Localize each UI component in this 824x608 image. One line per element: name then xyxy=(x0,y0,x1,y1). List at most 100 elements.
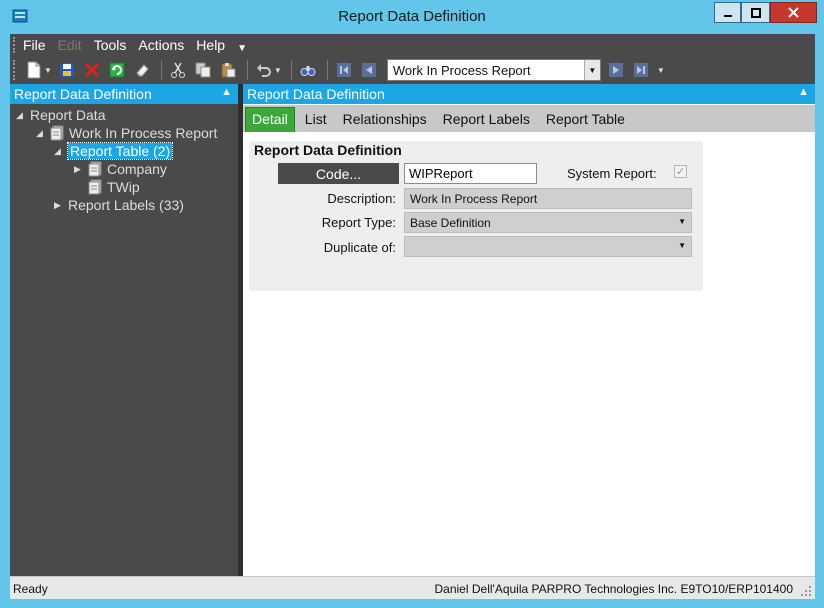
toolbar-overflow-icon[interactable]: ▼ xyxy=(657,66,665,75)
tab-report-table[interactable]: Report Table xyxy=(538,107,633,132)
record-navigation-combo[interactable]: Work In Process Report ▼ xyxy=(386,59,601,81)
tree-node-work-in-process-report[interactable]: ◢ Work In Process Report xyxy=(36,124,217,142)
save-button[interactable] xyxy=(56,59,78,81)
new-button[interactable] xyxy=(23,59,45,81)
tree-node-twip[interactable]: TWip xyxy=(88,178,140,196)
system-report-label: System Report: xyxy=(567,166,657,181)
maximize-button[interactable] xyxy=(741,2,770,23)
delete-button[interactable] xyxy=(81,59,103,81)
chevron-down-icon[interactable]: ▼ xyxy=(678,241,686,250)
clear-button[interactable] xyxy=(131,59,153,81)
new-dropdown-icon[interactable]: ▼ xyxy=(44,66,52,75)
undo-button[interactable] xyxy=(253,59,275,81)
menu-file[interactable]: File xyxy=(23,37,46,53)
expand-icon[interactable]: ▶ xyxy=(74,164,84,175)
toolbar-separator xyxy=(160,60,162,80)
collapse-icon[interactable]: ◢ xyxy=(36,128,46,139)
refresh-button[interactable] xyxy=(106,59,128,81)
close-button[interactable] xyxy=(770,2,817,23)
detail-pane-title: Report Data Definition xyxy=(247,86,385,102)
tab-detail[interactable]: Detail xyxy=(245,107,295,132)
toolbar-grip[interactable] xyxy=(13,60,17,80)
delete-icon xyxy=(84,62,99,78)
cut-button[interactable] xyxy=(167,59,189,81)
chevron-down-icon[interactable]: ▼ xyxy=(583,60,600,80)
undo-dropdown-icon[interactable]: ▼ xyxy=(274,66,282,75)
tree-node-company[interactable]: ▶ Company xyxy=(74,160,167,178)
status-user-info: Daniel Dell'Aquila PARPRO Technologies I… xyxy=(434,582,794,596)
definition-form: Report Data Definition Code... System Re… xyxy=(249,141,703,291)
close-icon xyxy=(788,7,799,18)
cut-icon xyxy=(170,62,185,78)
report-type-select[interactable]: Base Definition ▼ xyxy=(404,212,692,233)
first-record-icon xyxy=(336,63,351,77)
menu-help[interactable]: Help xyxy=(196,37,225,53)
window-title: Report Data Definition xyxy=(338,8,486,25)
system-report-checkbox[interactable]: ✓ xyxy=(674,165,687,178)
menu-grip[interactable] xyxy=(13,37,17,53)
save-icon xyxy=(59,63,74,77)
next-record-button[interactable] xyxy=(605,59,627,81)
tab-relationships[interactable]: Relationships xyxy=(335,107,435,132)
refresh-icon xyxy=(109,62,125,78)
detail-pane-header: Report Data Definition ▲ xyxy=(243,84,815,104)
new-icon xyxy=(27,61,41,79)
maximize-icon xyxy=(750,7,761,18)
detail-pane: Report Data Definition ▲ Detail List Rel… xyxy=(243,84,815,576)
tree-node-report-table[interactable]: ◢ Report Table (2) xyxy=(54,142,174,160)
resize-grip-icon[interactable] xyxy=(800,585,812,597)
tab-list[interactable]: List xyxy=(297,107,335,132)
report-type-label: Report Type: xyxy=(321,215,396,230)
status-text: Ready xyxy=(13,582,48,596)
menu-bar: File Edit Tools Actions Help ▼ xyxy=(10,34,815,56)
menu-edit: Edit xyxy=(57,37,82,53)
undo-icon xyxy=(256,64,271,77)
duplicate-of-select[interactable]: ▼ xyxy=(404,236,692,257)
tree-node-label-selected: Report Table (2) xyxy=(66,142,174,160)
clear-icon xyxy=(136,64,149,77)
tab-bar: Detail List Relationships Report Labels … xyxy=(243,105,815,132)
menu-overflow-icon[interactable]: ▼ xyxy=(237,43,247,54)
collapse-icon[interactable]: ◢ xyxy=(16,110,26,121)
app-window: Report Data Definition File Edit Tools A… xyxy=(0,0,824,608)
description-field[interactable]: Work In Process Report xyxy=(404,188,692,209)
code-button[interactable]: Code... xyxy=(278,163,399,184)
table-icon xyxy=(88,161,102,177)
tree-pane-title: Report Data Definition xyxy=(14,86,152,102)
tree-pane-header: Report Data Definition ▲ xyxy=(10,84,238,104)
copy-button[interactable] xyxy=(192,59,214,81)
tree-pane: Report Data Definition ▲ ◢ Report Data ◢… xyxy=(10,84,238,576)
first-record-button[interactable] xyxy=(333,59,355,81)
previous-record-icon xyxy=(361,63,376,77)
chevron-down-icon[interactable]: ▼ xyxy=(678,217,686,226)
toolbar-separator xyxy=(326,60,328,80)
title-bar[interactable]: Report Data Definition xyxy=(0,0,824,33)
paste-button[interactable] xyxy=(217,59,239,81)
description-label: Description: xyxy=(327,191,396,206)
last-record-button[interactable] xyxy=(630,59,652,81)
previous-record-button[interactable] xyxy=(358,59,380,81)
tree-node-report-labels[interactable]: ▶ Report Labels (33) xyxy=(54,196,184,214)
form-title: Report Data Definition xyxy=(254,142,402,158)
tree-node-label: Report Labels (33) xyxy=(68,197,184,213)
status-bar: Ready Daniel Dell'Aquila PARPRO Technolo… xyxy=(10,576,815,599)
tree-node-label: Report Data xyxy=(30,107,106,123)
collapse-icon[interactable]: ◢ xyxy=(54,146,64,157)
toolbar-separator xyxy=(290,60,292,80)
tree-node-label: Work In Process Report xyxy=(69,125,218,141)
pin-icon[interactable]: ▲ xyxy=(798,86,809,98)
tab-report-labels[interactable]: Report Labels xyxy=(435,107,538,132)
search-button[interactable] xyxy=(297,59,319,81)
pin-icon[interactable]: ▲ xyxy=(221,86,232,98)
toolbar-separator xyxy=(246,60,248,80)
minimize-button[interactable] xyxy=(714,2,741,23)
menu-tools[interactable]: Tools xyxy=(94,37,127,53)
code-field[interactable] xyxy=(404,163,537,184)
paste-icon xyxy=(221,63,236,78)
record-navigation-value: Work In Process Report xyxy=(392,62,531,78)
report-type-value: Base Definition xyxy=(410,216,491,230)
expand-icon[interactable]: ▶ xyxy=(54,200,64,211)
tree-node-label: Company xyxy=(107,161,167,177)
tree-node-report-data[interactable]: ◢ Report Data xyxy=(16,106,105,124)
menu-actions[interactable]: Actions xyxy=(138,37,184,53)
